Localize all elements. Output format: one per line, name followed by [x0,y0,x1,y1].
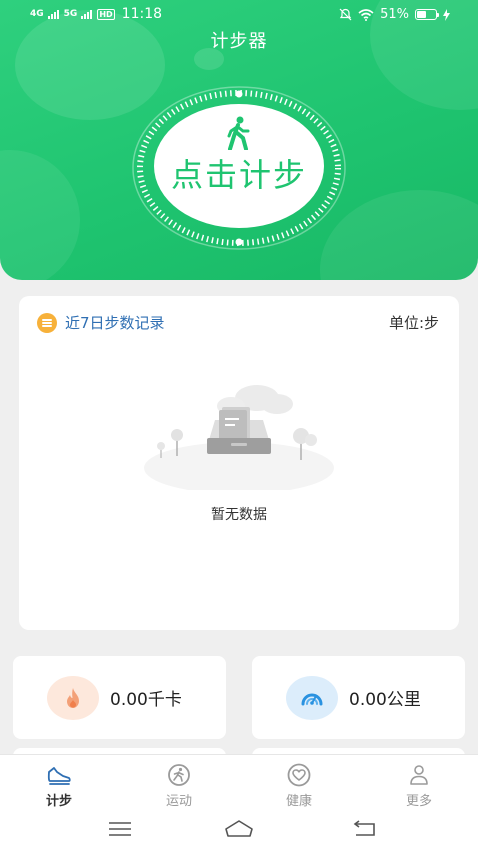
battery-percent: 51% [380,7,409,22]
page-title: 计步器 [210,31,268,52]
person-icon [410,765,428,785]
nav-item-health[interactable]: 健康 [259,763,339,809]
distance-card: 0.00公里 [252,656,465,739]
status-time: 11:18 [121,6,163,22]
gauge-icon [301,693,323,706]
heart-icon [287,763,311,787]
header-banner: 4G 5G HD 11:18 51% 计步器 点击计步 [0,0,478,280]
start-button-label: 点击计步 [170,156,307,194]
wifi-icon [358,8,374,21]
walker-icon [227,116,250,150]
back-icon[interactable] [350,818,380,840]
decor-bubble [0,150,80,280]
empty-data-illustration [144,385,334,490]
calories-icon-badge [47,676,99,720]
hd-badge: HD [97,8,115,20]
charging-icon [443,8,450,21]
shoe-icon [47,767,71,785]
nav-item-exercise[interactable]: 运动 [139,763,219,809]
system-navigation-bar [0,810,478,850]
empty-data-text: 暂无数据 [211,507,267,523]
calories-value: 0.00千卡 [110,690,182,710]
start-step-count-button[interactable]: 点击计步 [154,104,324,228]
battery-icon [415,9,439,20]
mute-icon [339,8,352,21]
list-icon [37,312,57,333]
nav-label: 健康 [285,794,312,809]
nav-item-more[interactable]: 更多 [379,763,459,809]
bottom-navigation: 计步 运动 健康 更多 [0,754,478,810]
signal-icon [81,9,93,19]
nav-label: 运动 [165,794,192,809]
nav-label: 更多 [405,794,432,809]
battery-level [417,11,427,18]
distance-value: 0.00公里 [349,690,421,710]
step-record-card: 近7日步数记录 单位:步 暂无数据 [19,296,459,630]
menu-icon[interactable] [105,818,135,840]
network-5g-label: 5G [63,9,78,19]
nav-item-step[interactable]: 计步 [19,763,99,809]
network-4g-label: 4G [30,9,44,19]
distance-icon-badge [286,676,338,720]
calories-card: 0.00千卡 [13,656,226,739]
status-bar: 4G 5G HD 11:18 51% [0,0,478,30]
home-icon[interactable] [224,818,254,840]
running-icon [168,764,190,786]
signal-icon [47,9,59,19]
unit-label: 单位:步 [388,314,439,332]
record-card-title: 近7日步数记录 [65,314,165,332]
flame-icon [67,688,79,708]
nav-label: 计步 [45,794,72,809]
